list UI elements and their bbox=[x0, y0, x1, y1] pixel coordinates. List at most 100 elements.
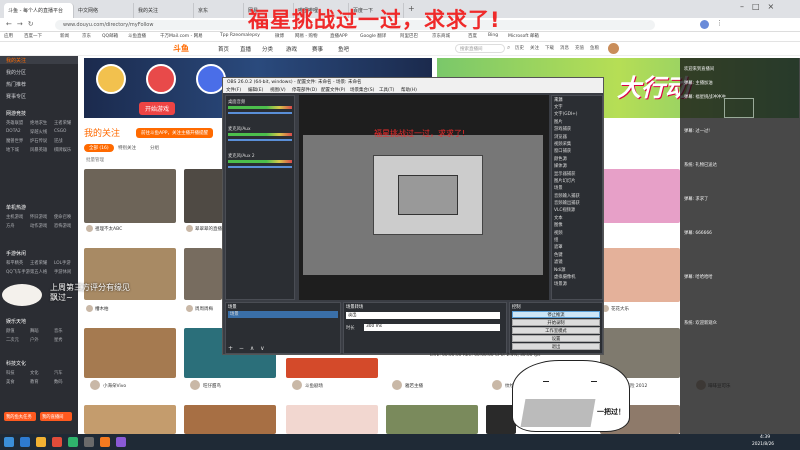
source-item[interactable]: 音频输入捕获 bbox=[554, 193, 602, 200]
browser-icon[interactable] bbox=[52, 437, 62, 447]
header-message[interactable]: 消息 bbox=[560, 45, 569, 51]
stream-title[interactable]: 雅若主播 bbox=[405, 383, 475, 389]
avatar[interactable] bbox=[90, 380, 100, 390]
source-item[interactable]: 滤镜 bbox=[554, 259, 602, 266]
stream-title[interactable]: 槽木柏 bbox=[95, 306, 173, 312]
start-record-button[interactable]: 开始录制 bbox=[512, 319, 600, 326]
header-follow[interactable]: 关注 bbox=[530, 45, 539, 51]
sidebar-link[interactable]: 魔兽世界 bbox=[6, 138, 23, 144]
volume-slider[interactable] bbox=[228, 139, 292, 141]
sidebar-link[interactable]: QQ飞车手游 bbox=[6, 269, 30, 275]
sidebar-link[interactable]: 星秀 bbox=[54, 337, 63, 343]
source-item[interactable]: 遮罩 bbox=[554, 244, 602, 251]
obs-preview[interactable] bbox=[299, 95, 549, 300]
browser-tab[interactable]: 京东 bbox=[194, 3, 244, 18]
obs-menu-item[interactable]: 配置文件(P) bbox=[321, 87, 345, 93]
bookmark[interactable]: 百度一下 bbox=[24, 33, 42, 39]
source-item[interactable]: 虚拟摄像机 bbox=[554, 274, 602, 281]
source-item[interactable]: 浏览器 bbox=[554, 134, 602, 141]
tab-all[interactable]: 全部 (16) bbox=[84, 144, 114, 152]
scene-item[interactable]: 场景 bbox=[228, 311, 338, 318]
start-game-button[interactable]: 开始游戏 bbox=[139, 102, 176, 115]
nav-match[interactable]: 赛事 bbox=[312, 45, 323, 53]
wechat-icon[interactable] bbox=[68, 437, 78, 447]
sidebar-link[interactable]: 王者荣耀 bbox=[54, 120, 71, 126]
studio-mode-button[interactable]: 工作室模式 bbox=[512, 327, 600, 334]
volume-slider[interactable] bbox=[228, 166, 292, 168]
sidebar-link[interactable]: 教育 bbox=[30, 379, 39, 385]
sidebar-link[interactable]: 文化 bbox=[30, 370, 39, 376]
source-item[interactable]: 场景 bbox=[554, 185, 602, 192]
sidebar-link[interactable]: 数码 bbox=[54, 379, 63, 385]
file-explorer-icon[interactable] bbox=[36, 437, 46, 447]
stream-title[interactable]: 旺仔甜鸟 bbox=[203, 383, 273, 389]
sidebar-item-hot[interactable]: 热门推荐 bbox=[6, 81, 26, 88]
sidebar-link[interactable]: 恐怖游戏 bbox=[54, 223, 71, 229]
my-room-button[interactable]: 我的直播间 bbox=[40, 412, 72, 421]
stream-thumbnail[interactable] bbox=[600, 169, 680, 223]
sidebar-link[interactable]: 绝地求生 bbox=[30, 120, 47, 126]
sidebar-link[interactable]: 第五人格 bbox=[30, 269, 47, 275]
source-item[interactable]: 窗口捕获 bbox=[554, 148, 602, 155]
notice-banner[interactable]: 前往斗鱼APP，关注主播开播提醒 bbox=[136, 128, 214, 138]
stream-thumbnail[interactable] bbox=[286, 405, 378, 434]
bookmark[interactable]: 斗鱼直播 bbox=[128, 33, 146, 39]
nav-arrows-icon[interactable]: ←→↻ bbox=[6, 20, 39, 28]
sidebar-link[interactable]: 汽车 bbox=[54, 370, 63, 376]
douyu-icon[interactable] bbox=[100, 437, 110, 447]
nav-category[interactable]: 分类 bbox=[262, 45, 273, 53]
bookmark[interactable]: Microsoft 邮箱 bbox=[508, 33, 539, 39]
sidebar-link[interactable]: 科技 bbox=[6, 370, 15, 376]
avatar[interactable] bbox=[292, 380, 302, 390]
scene-add-remove-icon[interactable]: + − ∧ ∨ bbox=[228, 345, 267, 352]
stream-thumbnail[interactable] bbox=[84, 405, 176, 434]
source-item[interactable]: 图像 bbox=[554, 222, 602, 229]
stream-title[interactable]: 祖理不太ABC bbox=[95, 226, 173, 232]
header-download[interactable]: 下载 bbox=[545, 45, 554, 51]
stream-title[interactable]: 花花大乐 bbox=[611, 306, 679, 312]
sidebar-link[interactable]: 使命召唤 bbox=[54, 214, 71, 220]
sidebar-link[interactable]: 二次元 bbox=[6, 337, 19, 343]
obs-menu-item[interactable]: 工具(T) bbox=[379, 87, 394, 93]
obs-menu-item[interactable]: 停靠部件(D) bbox=[292, 87, 317, 93]
sidebar-link[interactable]: 舞蹈 bbox=[30, 328, 39, 334]
avatar[interactable] bbox=[86, 225, 93, 232]
avatar[interactable] bbox=[186, 225, 193, 232]
sidebar-link[interactable]: 王者荣耀 bbox=[30, 260, 47, 266]
browser-tab[interactable]: 斗鱼 - 每个人的直播平台 bbox=[4, 3, 74, 18]
sidebar-link[interactable]: 音乐 bbox=[54, 328, 63, 334]
profile-avatar[interactable] bbox=[700, 20, 709, 29]
sidebar-item-match[interactable]: 赛事专区 bbox=[6, 93, 26, 100]
header-recharge[interactable]: 充值 bbox=[575, 45, 584, 51]
header-history[interactable]: 历史 bbox=[515, 45, 524, 51]
sidebar-link[interactable]: 颜值 bbox=[6, 328, 15, 334]
task-view-icon[interactable] bbox=[20, 437, 30, 447]
sidebar-link[interactable]: 主机游戏 bbox=[6, 214, 23, 220]
transition-select[interactable]: 淡出 bbox=[346, 312, 500, 319]
source-item[interactable]: 视频 bbox=[554, 230, 602, 237]
source-item[interactable]: 文本 bbox=[554, 215, 602, 222]
sidebar-item-zone[interactable]: 我的分区 bbox=[6, 69, 26, 76]
source-item[interactable]: 颜色源 bbox=[554, 156, 602, 163]
avatar[interactable] bbox=[492, 380, 502, 390]
settings-button[interactable]: 设置 bbox=[512, 335, 600, 342]
sidebar-link[interactable]: 手游休闲 bbox=[54, 269, 71, 275]
sidebar-link[interactable]: 风暴英雄 bbox=[30, 147, 47, 153]
bookmark[interactable]: 新闻 bbox=[60, 33, 69, 39]
sidebar-link[interactable]: 英雄联盟 bbox=[6, 120, 23, 126]
avatar[interactable] bbox=[186, 305, 193, 312]
user-avatar[interactable] bbox=[608, 43, 619, 54]
sidebar-link[interactable]: DOTA2 bbox=[6, 129, 21, 134]
stream-thumbnail[interactable] bbox=[386, 405, 478, 434]
sidebar-link[interactable]: 棋牌娱乐 bbox=[54, 147, 71, 153]
clock-time[interactable]: 4:39 bbox=[760, 435, 770, 440]
stop-stream-button[interactable]: 停止推流 bbox=[512, 311, 600, 318]
source-item[interactable]: 媒体源 bbox=[554, 163, 602, 170]
sidebar-link[interactable]: CSGO bbox=[54, 129, 66, 134]
sidebar-item-follow[interactable]: 我的关注 bbox=[6, 57, 26, 64]
sidebar-link[interactable]: LOL手游 bbox=[54, 260, 71, 266]
obs-menu-item[interactable]: 编辑(E) bbox=[248, 87, 263, 93]
avatar[interactable] bbox=[392, 380, 402, 390]
stream-title[interactable]: 周周周梅 bbox=[195, 306, 221, 312]
bookmark[interactable]: QQ邮箱 bbox=[102, 33, 118, 39]
